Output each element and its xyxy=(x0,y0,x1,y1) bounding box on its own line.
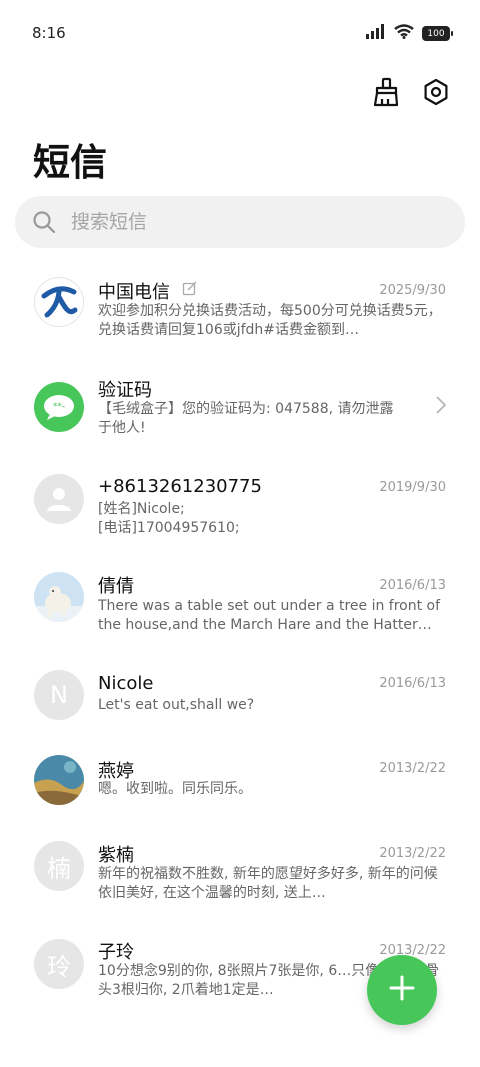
message-preview: 【毛绒盒子】您的验证码为: 047588, 请勿泄露于他人! xyxy=(98,401,394,436)
conversation-row[interactable]: **- 验证码 【毛绒盒子】您的验证码为: 047588, 请勿泄露于他人! xyxy=(0,372,480,462)
message-preview: 欢迎参加积分兑换话费活动，每500分可兑换话费5元，兑换话费请回复106或jfd… xyxy=(98,303,442,338)
plus-icon xyxy=(389,975,415,1005)
message-preview: 嗯。收到啦。同乐同乐。 xyxy=(98,781,252,797)
status-bar: 8:16 100 xyxy=(0,0,480,66)
verification-code-icon: **- xyxy=(34,382,84,432)
signal-icon xyxy=(366,24,386,43)
contact-name: +8613261230775 xyxy=(98,476,262,497)
status-time: 8:16 xyxy=(32,24,66,42)
message-date: 2013/2/22 xyxy=(379,761,446,776)
gear-icon xyxy=(422,78,450,110)
contact-avatar: 玲 xyxy=(34,939,84,989)
new-message-button[interactable] xyxy=(367,955,437,1025)
message-preview: There was a table set out under a tree i… xyxy=(98,598,441,633)
message-date: 2016/6/13 xyxy=(379,578,446,593)
contact-name: 倩倩 xyxy=(98,576,134,597)
polar-bear-photo-icon xyxy=(34,572,84,622)
message-date: 2025/9/30 xyxy=(379,283,446,298)
message-date: 2019/9/30 xyxy=(379,480,446,495)
verified-icon xyxy=(182,281,198,301)
contact-name: 验证码 xyxy=(98,380,152,401)
contact-name: 紫楠 xyxy=(98,845,134,866)
landscape-photo-icon xyxy=(34,755,84,805)
message-date: 2016/6/13 xyxy=(379,676,446,691)
broom-icon xyxy=(372,77,400,111)
china-telecom-logo-icon xyxy=(34,277,84,327)
page-title: 短信 xyxy=(33,141,107,184)
contact-name: Nicole xyxy=(98,673,154,694)
wifi-icon xyxy=(394,24,414,43)
message-preview: 新年的祝福数不胜数, 新年的愿望好多好多, 新年的问候依旧美好, 在这个温馨的时… xyxy=(98,866,438,901)
svg-text:**-: **- xyxy=(53,402,65,412)
contact-avatar: 楠 xyxy=(34,841,84,891)
contact-avatar: N xyxy=(34,670,84,720)
contact-name: 子玲 xyxy=(98,942,134,963)
search-icon xyxy=(31,209,57,235)
clean-button[interactable] xyxy=(370,77,402,111)
search-input[interactable] xyxy=(69,210,433,234)
conversation-row[interactable]: +8613261230775 2019/9/30 [姓名]Nicole; [电话… xyxy=(0,472,480,562)
battery-icon: 100 xyxy=(422,26,453,41)
contact-name: 中国电信 xyxy=(98,282,170,303)
conversation-row[interactable]: N Nicole 2016/6/13 Let's eat out,shall w… xyxy=(0,670,480,760)
search-bar[interactable] xyxy=(15,196,465,248)
conversation-row[interactable]: 燕婷 2013/2/22 嗯。收到啦。同乐同乐。 xyxy=(0,755,480,845)
status-icons: 100 xyxy=(366,24,453,43)
chevron-right-icon xyxy=(436,396,447,418)
message-preview: Let's eat out,shall we? xyxy=(98,697,255,713)
message-date: 2013/2/22 xyxy=(379,846,446,861)
message-preview: [姓名]Nicole; [电话]17004957610; xyxy=(98,501,240,536)
conversation-row[interactable]: 倩倩 2016/6/13 There was a table set out u… xyxy=(0,570,480,660)
settings-button[interactable] xyxy=(420,78,452,110)
conversation-row[interactable]: 中国电信 2025/9/30 欢迎参加积分兑换话费活动，每500分可兑换话费5元… xyxy=(0,272,480,362)
person-icon xyxy=(34,474,84,524)
conversation-row[interactable]: 楠 紫楠 2013/2/22 新年的祝福数不胜数, 新年的愿望好多好多, 新年的… xyxy=(0,840,480,930)
top-actions xyxy=(370,77,452,111)
